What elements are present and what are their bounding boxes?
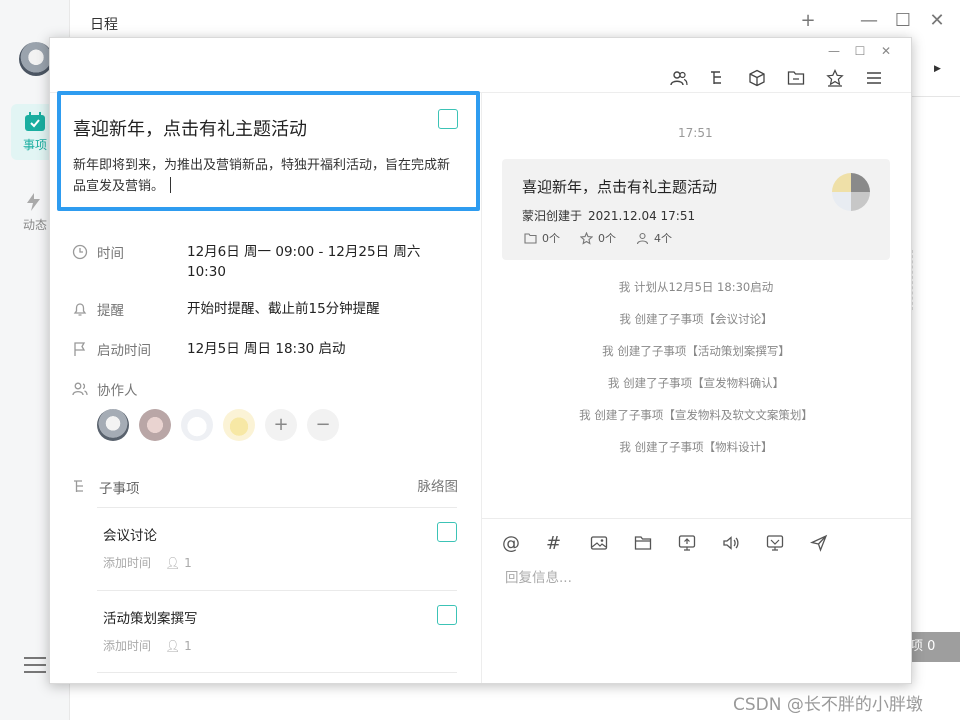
image-icon[interactable] — [590, 532, 634, 554]
reply-input[interactable]: 回复信息... — [505, 566, 572, 586]
folder-icon[interactable] — [776, 66, 815, 90]
subtask-tree-icon — [74, 480, 83, 492]
divider — [912, 250, 913, 310]
task-summary-card[interactable]: 喜迎新年，点击有礼主题活动 蒙汨创建于 2021.12.04 17:51 0个 0… — [502, 159, 890, 260]
activity-log-item: 我 创建了子事项【活动策划案撰写】 — [602, 344, 790, 358]
graph-view-link[interactable]: 脉络图 — [418, 475, 459, 495]
subtask-tree-icon[interactable] — [698, 66, 737, 90]
screen-share-icon[interactable] — [678, 532, 722, 554]
star-icon[interactable] — [815, 66, 854, 90]
folder-icon — [524, 232, 537, 244]
divider — [482, 518, 911, 519]
add-collaborator-button[interactable]: + — [265, 409, 297, 441]
time-label: 时间 — [97, 246, 124, 262]
watermark: CSDN @长不胖的小胖墩 — [733, 695, 923, 715]
members-icon[interactable] — [659, 66, 698, 90]
group-avatar[interactable] — [832, 173, 870, 211]
subtask-meta: 添加时间 👤︎ 1 — [103, 556, 192, 570]
activity-icon — [27, 193, 40, 211]
send-icon[interactable] — [810, 532, 854, 554]
task-complete-checkbox[interactable] — [438, 109, 458, 129]
maximize-icon[interactable]: ☐ — [851, 43, 869, 59]
task-description-input[interactable]: 新年即将到来，为推出及营销新品，特独开福利活动，旨在完成新品宣发及营销。 — [73, 155, 458, 197]
at-icon[interactable]: @ — [502, 532, 546, 554]
subtask-checkbox[interactable] — [437, 522, 457, 542]
cube-icon[interactable] — [737, 66, 776, 90]
minimize-icon[interactable]: — — [858, 10, 880, 32]
user-icon — [636, 232, 649, 244]
subtask-title: 活动策划案撰写 — [103, 611, 198, 627]
activity-log-item: 我 创建了子事项【宣发物料及软文文案策划】 — [579, 408, 813, 422]
avatar[interactable] — [97, 409, 129, 441]
clock-icon — [72, 244, 88, 260]
subtask-checkbox[interactable] — [437, 605, 457, 625]
collaborators-label: 协作人 — [97, 383, 138, 399]
close-icon[interactable]: ✕ — [877, 43, 895, 59]
menu-icon[interactable] — [854, 66, 893, 90]
list-item[interactable]: 活动策划案撰写 添加时间 👤︎ 1 — [97, 590, 457, 673]
dialog-toolbar — [659, 66, 893, 90]
hash-icon[interactable]: # — [546, 532, 590, 554]
divider — [481, 92, 482, 683]
collaborator-list: + − — [97, 409, 339, 441]
card-creator: 蒙汨创建于 2021.12.04 17:51 — [522, 209, 696, 223]
star-count: 0个 — [580, 230, 616, 246]
reminder-value[interactable]: 开始时提醒、截止前15分钟提醒 — [187, 299, 437, 319]
start-time-label: 启动时间 — [97, 343, 151, 359]
sidebar-item-label: 动态 — [22, 218, 47, 232]
task-detail-dialog: — ☐ ✕ 喜迎新年，点击有礼主题活动 新年即将到来，为推出及营销新品，特独开福… — [49, 37, 912, 684]
people-icon — [72, 382, 88, 396]
remove-collaborator-button[interactable]: − — [307, 409, 339, 441]
folder-icon[interactable] — [634, 532, 678, 554]
activity-log-item: 我 创建了子事项【物料设计】 — [619, 440, 773, 454]
maximize-icon[interactable]: ☐ — [892, 10, 914, 32]
add-icon[interactable]: + — [797, 10, 819, 32]
sidebar-item-label: 事项 — [22, 138, 47, 152]
list-item[interactable]: 会议讨论 添加时间 👤︎ 1 — [97, 507, 457, 590]
text-caret — [170, 177, 172, 193]
subtask-title: 会议讨论 — [103, 528, 157, 544]
subtasks-label: 子事项 — [99, 481, 140, 497]
calendar-check-icon — [25, 112, 45, 131]
reminder-label: 提醒 — [97, 303, 124, 319]
activity-log-item: 我 计划从12月5日 18:30启动 — [618, 280, 774, 294]
divider — [97, 672, 457, 673]
time-value[interactable]: 12月6日 周一 09:00 - 12月25日 周六 10:30 — [187, 242, 437, 282]
card-title: 喜迎新年，点击有礼主题活动 — [522, 178, 718, 196]
subtask-meta: 添加时间 👤︎ 1 — [103, 639, 192, 653]
task-edit-box[interactable]: 喜迎新年，点击有礼主题活动 新年即将到来，为推出及营销新品，特独开福利活动，旨在… — [57, 91, 480, 211]
bell-icon — [73, 303, 87, 316]
star-icon — [580, 231, 593, 245]
user-avatar[interactable] — [19, 42, 53, 76]
page-title: 日程 — [90, 17, 118, 33]
close-icon[interactable]: ✕ — [926, 10, 948, 32]
avatar[interactable] — [181, 409, 213, 441]
chat-timestamp: 17:51 — [678, 126, 713, 140]
member-count: 4个 — [636, 230, 672, 246]
status-badge: 项 0 — [906, 632, 960, 662]
activity-log-item: 我 创建了子事项【宣发物料确认】 — [607, 376, 785, 390]
expand-arrow-icon[interactable]: ▶ — [934, 64, 941, 74]
avatar[interactable] — [139, 409, 171, 441]
hamburger-menu-icon[interactable] — [24, 656, 46, 674]
screenshot-icon[interactable] — [766, 532, 810, 554]
avatar[interactable] — [223, 409, 255, 441]
user-icon: 👤︎ — [165, 556, 181, 570]
reply-toolbar: @ # — [502, 532, 854, 554]
voice-icon[interactable] — [722, 532, 766, 554]
minimize-icon[interactable]: — — [825, 43, 843, 59]
flag-icon — [74, 342, 86, 356]
user-icon: 👤︎ — [165, 639, 181, 653]
task-title-input[interactable]: 喜迎新年，点击有礼主题活动 — [73, 115, 307, 141]
card-stats: 0个 0个 4个 — [524, 230, 672, 246]
file-count: 0个 — [524, 230, 560, 246]
activity-log-item: 我 创建了子事项【会议讨论】 — [619, 312, 773, 326]
start-time-value[interactable]: 12月5日 周日 18:30 启动 — [187, 339, 437, 359]
